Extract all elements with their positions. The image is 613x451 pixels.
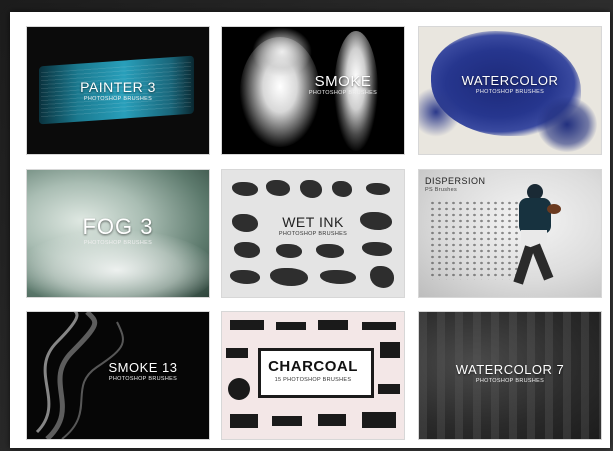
charcoal-stroke <box>318 414 346 426</box>
smoke-plume-left-top <box>252 27 312 77</box>
tile-smoke[interactable]: SMOKE PHOTOSHOP BRUSHES <box>221 26 405 155</box>
tile-dispersion[interactable]: DISPERSION PS Brushes <box>418 169 602 298</box>
ink-blot <box>232 182 258 196</box>
ink-blot <box>300 180 322 198</box>
ink-blot <box>276 244 302 258</box>
tile-subtitle: PHOTOSHOP BRUSHES <box>475 89 545 95</box>
charcoal-stroke <box>272 416 302 426</box>
ink-blot <box>370 266 394 288</box>
player-figure <box>511 184 561 288</box>
tile-charcoal[interactable]: CHARCOAL 15 PHOTOSHOP BRUSHES <box>221 311 405 440</box>
tile-subtitle: PS Brushes <box>425 187 458 193</box>
tile-subtitle: PHOTOSHOP BRUSHES <box>278 231 348 237</box>
charcoal-stroke <box>226 348 248 358</box>
ink-blot <box>230 270 260 284</box>
tile-title: WET INK <box>282 214 344 230</box>
tile-title: WATERCOLOR 7 <box>455 362 565 377</box>
tile-subtitle: PHOTOSHOP BRUSHES <box>108 376 178 382</box>
brush-gallery: PAINTER 3 PHOTOSHOP BRUSHES SMOKE PHOTOS… <box>10 12 610 448</box>
charcoal-stroke <box>380 342 400 358</box>
tile-subtitle: PHOTOSHOP BRUSHES <box>83 96 153 102</box>
tile-title: PAINTER 3 <box>80 79 156 95</box>
charcoal-stroke <box>230 320 264 330</box>
tile-fog-3[interactable]: FOG 3 PHOTOSHOP BRUSHES <box>26 169 210 298</box>
charcoal-stroke <box>362 322 396 330</box>
ink-blot <box>366 183 390 195</box>
ink-blot <box>362 242 392 256</box>
tile-title: SMOKE 13 <box>108 360 178 375</box>
ink-blot <box>266 180 290 196</box>
ink-blot <box>234 242 260 258</box>
tile-subtitle: 15 PHOTOSHOP BRUSHES <box>274 377 352 383</box>
tile-subtitle: PHOTOSHOP BRUSHES <box>308 90 378 96</box>
charcoal-stroke <box>318 320 348 330</box>
ink-blot <box>316 244 344 258</box>
ink-blot <box>270 268 308 286</box>
charcoal-stroke <box>276 322 306 330</box>
tile-title: DISPERSION <box>425 176 486 186</box>
watercolor-splash-corner <box>537 97 597 152</box>
tile-watercolor-7[interactable]: WATERCOLOR 7 PHOTOSHOP BRUSHES <box>418 311 602 440</box>
tile-title: CHARCOAL <box>268 358 358 375</box>
ink-blot <box>320 270 356 284</box>
tile-subtitle: PHOTOSHOP BRUSHES <box>83 240 153 246</box>
tile-title: WATERCOLOR <box>461 73 559 88</box>
tile-watercolor[interactable]: WATERCOLOR PHOTOSHOP BRUSHES <box>418 26 602 155</box>
tile-wet-ink[interactable]: WET INK PHOTOSHOP BRUSHES <box>221 169 405 298</box>
ink-blot <box>332 181 352 197</box>
charcoal-stroke <box>362 412 396 428</box>
tile-smoke-13[interactable]: SMOKE 13 PHOTOSHOP BRUSHES <box>26 311 210 440</box>
charcoal-stroke <box>378 384 400 394</box>
tile-subtitle: PHOTOSHOP BRUSHES <box>475 378 545 384</box>
tile-painter-3[interactable]: PAINTER 3 PHOTOSHOP BRUSHES <box>26 26 210 155</box>
tile-title: FOG 3 <box>82 214 154 239</box>
charcoal-stroke <box>230 414 258 428</box>
dispersion-particles <box>429 200 519 280</box>
tile-title: SMOKE <box>314 73 372 90</box>
